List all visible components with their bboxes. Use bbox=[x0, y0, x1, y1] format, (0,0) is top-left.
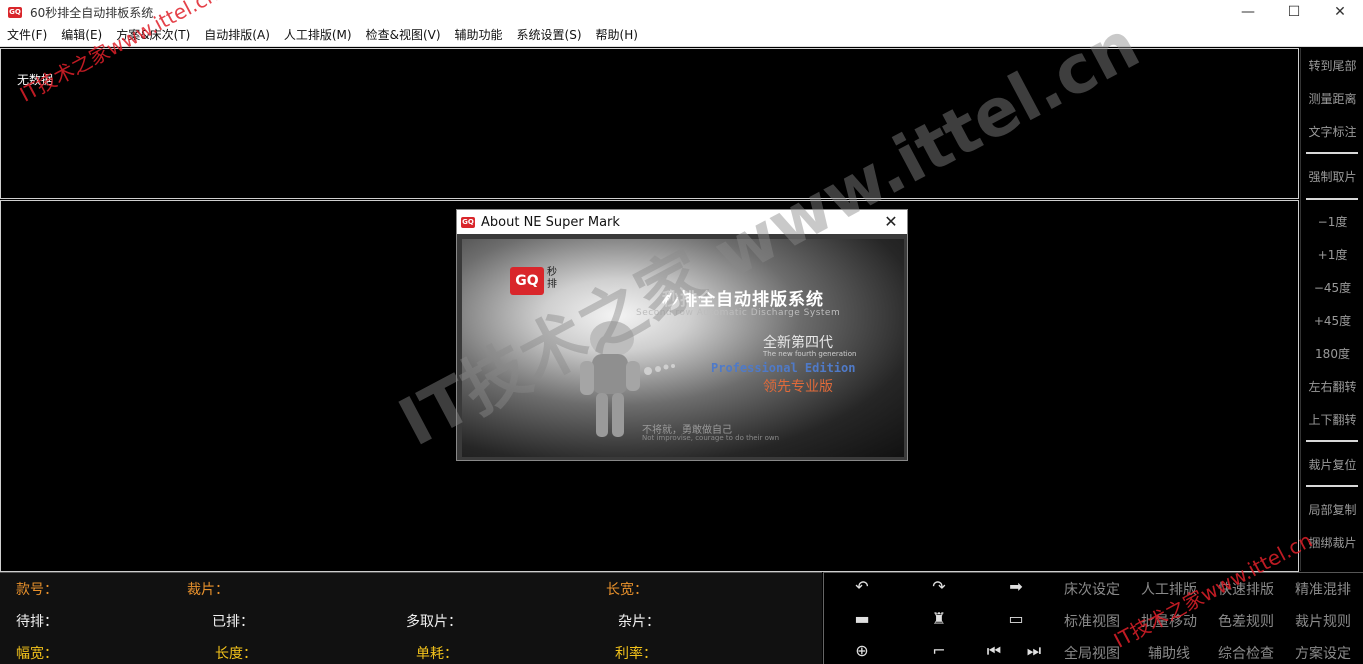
standard-view-button[interactable]: 标准视图 bbox=[1064, 611, 1120, 631]
piece-rule-button[interactable]: 裁片规则 bbox=[1295, 611, 1351, 631]
length-label: 长度： bbox=[215, 646, 257, 662]
menu-bar: 文件(F) 编辑(E) 方案&床次(T) 自动排版(A) 人工排版(M) 检查&… bbox=[0, 24, 1363, 47]
status-info-panel: 款号： 裁片： 长宽： 待排： 已排： 多取片： 杂片： 幅宽： 长度： 单耗：… bbox=[0, 572, 822, 664]
misc-label: 杂片： bbox=[618, 614, 660, 630]
menu-edit[interactable]: 编辑(E) bbox=[54, 24, 109, 47]
gq-logo-sub: 秒排 bbox=[547, 267, 557, 290]
style-no-label: 款号： bbox=[16, 582, 58, 598]
color-diff-rule-button[interactable]: 色差规则 bbox=[1218, 611, 1274, 631]
rotate-minus-1-button[interactable]: −1度 bbox=[1301, 213, 1363, 230]
app-logo-icon: GQ bbox=[461, 216, 475, 228]
piece-list-panel[interactable]: 无数据 bbox=[0, 48, 1299, 199]
batch-move-button[interactable]: 批量移动 bbox=[1141, 611, 1197, 631]
menu-help[interactable]: 帮助(H) bbox=[589, 24, 645, 47]
about-close-button[interactable]: ✕ bbox=[881, 212, 901, 232]
window-title: 60秒排全自动排板系统 bbox=[30, 5, 154, 20]
motto-en: Not improvise, courage to do their own bbox=[642, 434, 780, 442]
measure-distance-button[interactable]: 测量距离 bbox=[1301, 90, 1363, 107]
about-title: About NE Super Mark bbox=[481, 214, 620, 230]
product-title: 秒排全自动排版系统 bbox=[662, 290, 824, 310]
about-dialog: GQ About NE Super Mark ✕ GQ 秒排 秒排全自动排版系统… bbox=[456, 209, 908, 461]
menu-plan-bed[interactable]: 方案&床次(T) bbox=[109, 24, 197, 47]
global-view-button[interactable]: 全局视图 bbox=[1064, 643, 1120, 663]
flip-vertical-button[interactable]: 上下翻转 bbox=[1301, 411, 1363, 428]
brush-icon[interactable]: ♜ bbox=[919, 609, 959, 628]
length-width-label: 长宽： bbox=[606, 582, 648, 598]
toolbar-divider bbox=[1306, 198, 1358, 200]
ruler-icon[interactable]: ▬ bbox=[842, 609, 882, 628]
pending-label: 待排： bbox=[16, 614, 58, 630]
precise-mix-button[interactable]: 精准混排 bbox=[1295, 579, 1351, 599]
first-page-icon[interactable]: ⏮ bbox=[974, 641, 1014, 661]
force-pick-button[interactable]: 强制取片 bbox=[1301, 168, 1363, 185]
menu-auto-layout[interactable]: 自动排版(A) bbox=[197, 24, 277, 47]
manual-layout-button[interactable]: 人工排版 bbox=[1141, 579, 1197, 599]
close-button[interactable]: ✕ bbox=[1317, 0, 1363, 24]
flip-horizontal-button[interactable]: 左右翻转 bbox=[1301, 378, 1363, 395]
multi-pick-label: 多取片： bbox=[406, 614, 462, 630]
utilization-label: 利率： bbox=[615, 646, 657, 662]
about-title-bar: GQ About NE Super Mark ✕ bbox=[457, 210, 907, 234]
goto-end-button[interactable]: 转到尾部 bbox=[1301, 57, 1363, 74]
reset-piece-button[interactable]: 裁片复位 bbox=[1301, 456, 1363, 473]
rotate-minus-45-button[interactable]: −45度 bbox=[1301, 279, 1363, 296]
right-toolbar: 转到尾部 测量距离 文字标注 强制取片 −1度 +1度 −45度 +45度 18… bbox=[1300, 48, 1363, 571]
bottom-tool-panel: ↶ ↷ ➡ ▬ ♜ ▭ ⊕ ⌐ ⏮ ⏭ 床次设定 人工排版 快速排版 精准混排 … bbox=[823, 572, 1363, 664]
placed-label: 已排： bbox=[212, 614, 254, 630]
bed-setting-button[interactable]: 床次设定 bbox=[1064, 579, 1120, 599]
plan-setting-button[interactable]: 方案设定 bbox=[1295, 643, 1351, 663]
toolbar-divider bbox=[1306, 440, 1358, 442]
generation-label: 全新第四代 bbox=[763, 335, 833, 351]
arrow-right-icon[interactable]: ➡ bbox=[996, 577, 1036, 596]
unit-consumption-label: 单耗： bbox=[416, 646, 458, 662]
product-title-en: Second row Automatic Discharge System bbox=[636, 308, 841, 318]
quick-layout-button[interactable]: 快速排版 bbox=[1218, 579, 1274, 599]
app-logo-icon: GQ bbox=[8, 6, 22, 18]
corner-icon[interactable]: ⌐ bbox=[919, 641, 959, 660]
edition-label-cn: 领先专业版 bbox=[763, 379, 833, 395]
rotate-plus-45-button[interactable]: +45度 bbox=[1301, 312, 1363, 329]
gq-logo: GQ bbox=[510, 267, 544, 295]
text-annotation-button[interactable]: 文字标注 bbox=[1301, 123, 1363, 140]
width-label: 幅宽： bbox=[16, 646, 58, 662]
no-data-label: 无数据 bbox=[17, 73, 54, 87]
partial-copy-button[interactable]: 局部复制 bbox=[1301, 501, 1363, 518]
menu-system-settings[interactable]: 系统设置(S) bbox=[510, 24, 589, 47]
toolbar-divider bbox=[1306, 152, 1358, 154]
rotate-plus-1-button[interactable]: +1度 bbox=[1301, 246, 1363, 263]
redo-icon[interactable]: ↷ bbox=[919, 577, 959, 596]
edition-label: Professional Edition bbox=[711, 361, 856, 375]
splash-image: GQ 秒排 秒排全自动排版系统 Second row Automatic Dis… bbox=[462, 239, 904, 457]
piece-label: 裁片： bbox=[187, 582, 229, 598]
maximize-button[interactable]: ☐ bbox=[1271, 0, 1317, 24]
undo-icon[interactable]: ↶ bbox=[842, 577, 882, 596]
app-window: GQ 60秒排全自动排板系统 — ☐ ✕ 文件(F) 编辑(E) 方案&床次(T… bbox=[0, 0, 1363, 664]
slider-icon[interactable]: ▭ bbox=[996, 609, 1036, 628]
last-page-icon[interactable]: ⏭ bbox=[1014, 641, 1054, 661]
menu-manual-layout[interactable]: 人工排版(M) bbox=[277, 24, 359, 47]
menu-auxiliary[interactable]: 辅助功能 bbox=[448, 24, 510, 47]
menu-check-view[interactable]: 检查&视图(V) bbox=[359, 24, 448, 47]
window-controls: — ☐ ✕ bbox=[1225, 0, 1363, 24]
guide-line-button[interactable]: 辅助线 bbox=[1148, 643, 1190, 663]
minimize-button[interactable]: — bbox=[1225, 0, 1271, 24]
overall-check-button[interactable]: 综合检查 bbox=[1218, 643, 1274, 663]
generation-label-en: The new fourth generation bbox=[763, 350, 857, 358]
menu-file[interactable]: 文件(F) bbox=[0, 24, 54, 47]
title-bar: GQ 60秒排全自动排板系统 — ☐ ✕ bbox=[0, 0, 1363, 24]
rotate-180-button[interactable]: 180度 bbox=[1301, 345, 1363, 362]
zoom-icon[interactable]: ⊕ bbox=[842, 641, 882, 660]
toolbar-divider bbox=[1306, 485, 1358, 487]
bundle-pieces-button[interactable]: 捆绑裁片 bbox=[1301, 534, 1363, 551]
